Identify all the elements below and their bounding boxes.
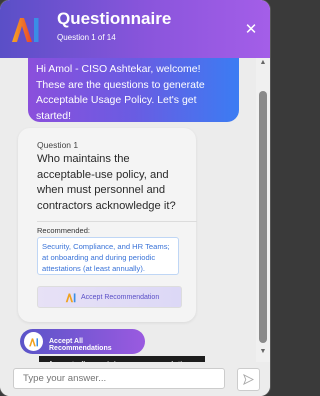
question-card: Question 1 Who maintains the acceptable-… [18, 128, 197, 322]
accept-all-button[interactable]: Accept All Recommendations [20, 329, 145, 354]
ai-logo-icon [12, 18, 39, 42]
accept-recommendation-label: Accept Recommendation [81, 294, 160, 301]
scrollbar-thumb[interactable] [259, 91, 267, 343]
recommendation-text: Security, Compliance, and HR Teams; at o… [37, 237, 179, 275]
question-text: Who maintains the acceptable-use policy,… [37, 153, 176, 212]
welcome-message: Hi Amol - CISO Ashtekar, welcome! These … [28, 58, 239, 122]
question-counter: Question 1 of 14 [57, 33, 116, 42]
question-label: Question 1 [37, 140, 79, 150]
scrollbar[interactable]: ▲ ▼ [256, 58, 270, 362]
send-icon [243, 374, 254, 385]
input-bar [0, 362, 270, 396]
scroll-down-icon[interactable]: ▼ [259, 348, 267, 356]
accept-all-label: Accept All Recommendations [49, 338, 112, 352]
questionnaire-window: Questionnaire Question 1 of 14 ✕ Hi Amol… [0, 0, 270, 396]
header: Questionnaire Question 1 of 14 ✕ [0, 0, 270, 58]
close-icon[interactable]: ✕ [243, 22, 259, 38]
page-title: Questionnaire [57, 9, 172, 28]
ai-logo-icon [29, 338, 38, 347]
ai-logo-icon [65, 293, 76, 303]
recommended-label: Recommended: [37, 226, 90, 235]
scroll-up-icon[interactable]: ▲ [259, 59, 267, 67]
divider [37, 221, 197, 222]
chat-scroll-area[interactable]: Hi Amol - CISO Ashtekar, welcome! These … [0, 58, 256, 362]
accept-recommendation-button[interactable]: Accept Recommendation [37, 286, 182, 308]
answer-input[interactable] [13, 368, 225, 389]
avatar [24, 332, 43, 351]
send-button[interactable] [237, 368, 260, 391]
